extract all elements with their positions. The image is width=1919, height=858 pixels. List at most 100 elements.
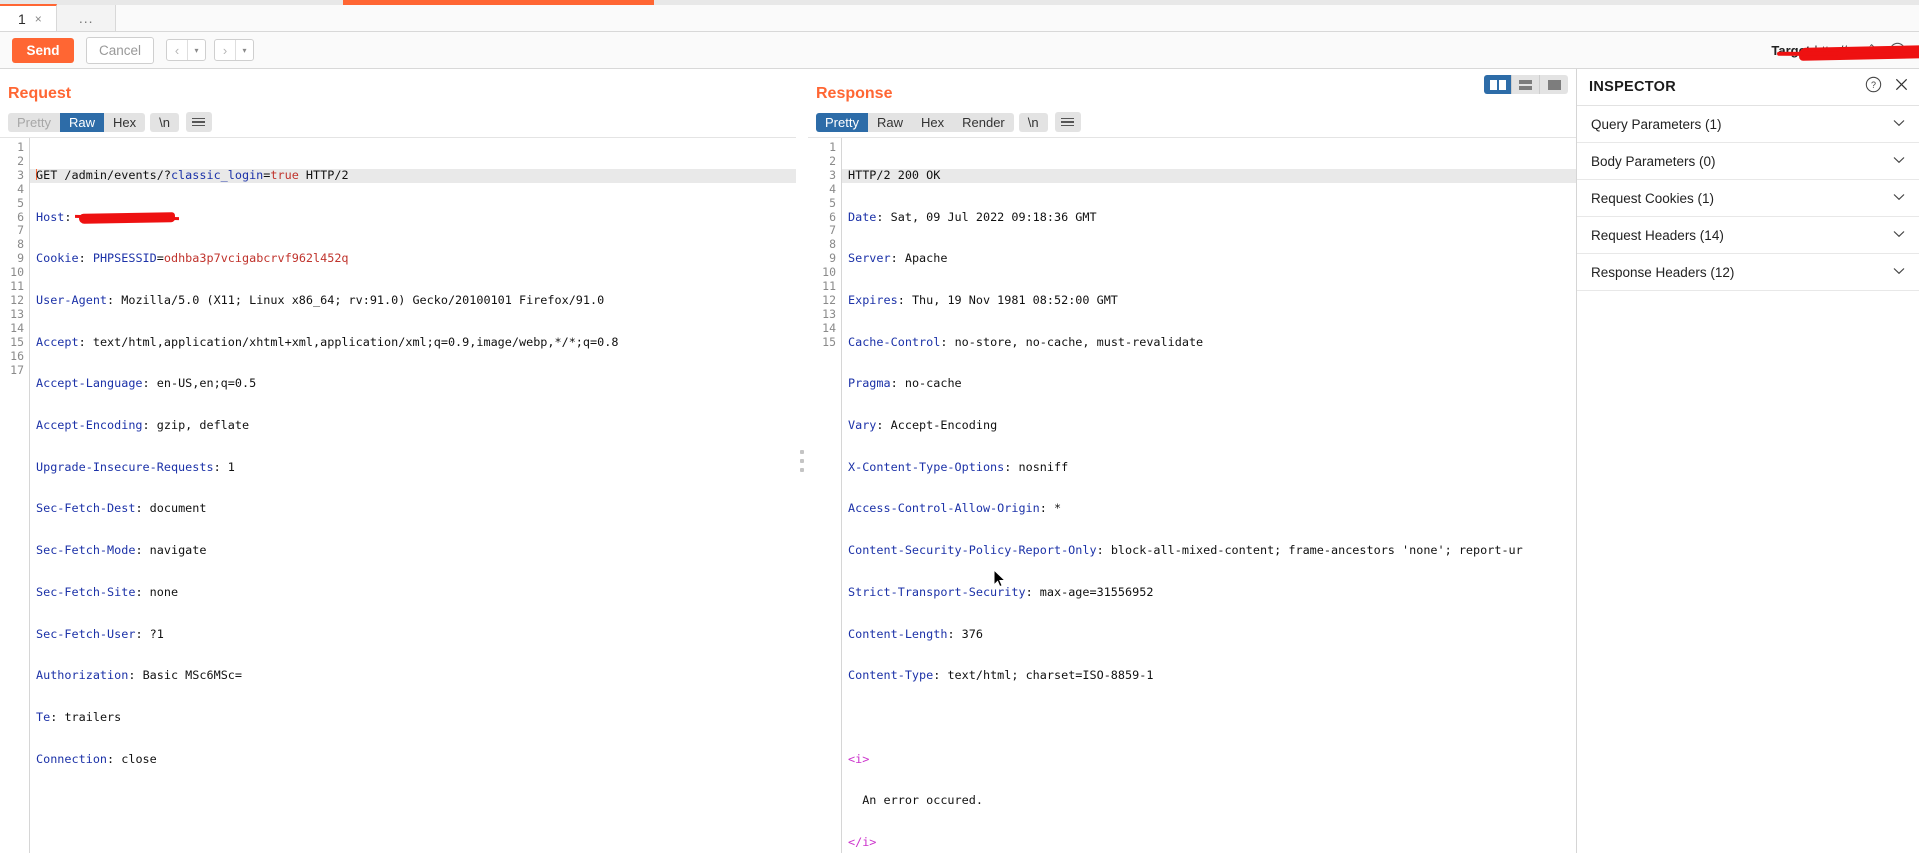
- request-pane: Request Pretty Raw Hex \n 123456 7 8 9 10 11…: [0, 69, 796, 853]
- chevron-down-icon[interactable]: [1893, 192, 1905, 204]
- chevron-down-icon[interactable]: [1893, 155, 1905, 167]
- request-line-13: Authorization: Basic MSc6MSc=: [36, 668, 242, 683]
- response-line-6: Pragma: no-cache: [848, 376, 962, 391]
- request-editor[interactable]: 123456 7 8 9 10 11 12 13 14 15 16 17 GET /admin/e…: [0, 137, 796, 853]
- response-header-value: block-all-mixed-content; frame-ancestors…: [1110, 543, 1523, 558]
- response-header-value: Thu, 19 Nov 1981 08:52:00 GMT: [911, 292, 1118, 307]
- response-header-name: Date: [848, 209, 877, 224]
- response-header-value: no-store, no-cache, must-revalidate: [954, 334, 1204, 349]
- inspector-title: INSPECTOR: [1589, 79, 1677, 95]
- response-header-value: no-cache: [904, 376, 962, 391]
- history-back-caret-icon[interactable]: ▾: [188, 40, 205, 60]
- response-line-7: Vary: Accept-Encoding: [848, 418, 998, 433]
- response-header-value: nosniff: [1018, 459, 1069, 474]
- inspector-section-label: Request Cookies (1): [1591, 190, 1715, 206]
- repeater-tab-more[interactable]: ...: [56, 5, 117, 31]
- request-header-value: navigate: [149, 543, 207, 558]
- hamburger-icon[interactable]: [1054, 112, 1081, 132]
- response-status-text: HTTP/2 200 OK: [848, 167, 941, 182]
- response-format-tabs: Pretty Raw Hex Render \n: [808, 109, 1576, 137]
- request-line-8: Upgrade-Insecure-Requests: 1: [36, 459, 235, 474]
- tab-response-pretty[interactable]: Pretty: [816, 112, 868, 132]
- request-header-name: User-Agent: [36, 292, 108, 307]
- cancel-button[interactable]: Cancel: [86, 36, 154, 64]
- response-header-value: Accept-Encoding: [890, 418, 998, 433]
- inspector-section-label: Body Parameters (0): [1591, 153, 1716, 169]
- tab-response-render[interactable]: Render: [953, 112, 1014, 132]
- response-line-numbers: 123456 7 8 9 10 11 12 13 14 15: [808, 138, 842, 853]
- send-button[interactable]: Send: [12, 37, 74, 63]
- tab-request-hex[interactable]: Hex: [103, 112, 146, 132]
- chevron-down-icon[interactable]: [1893, 266, 1905, 278]
- request-line-7: Accept-Encoding: gzip, deflate: [36, 418, 250, 433]
- request-header-value: document: [149, 501, 207, 516]
- hamburger-icon[interactable]: [185, 112, 212, 132]
- target-value-wrap: Target:http://: [1771, 43, 1919, 61]
- request-header-name: Sec-Fetch-Mode: [36, 543, 136, 558]
- inspector-section-request-headers[interactable]: Request Headers (14): [1577, 217, 1919, 254]
- stacked-layout-button[interactable]: [1512, 75, 1540, 94]
- response-body-error-text: An error occured.: [848, 793, 1576, 808]
- response-newline-toggle[interactable]: \n: [1018, 112, 1048, 132]
- request-line-14: Te: trailers: [36, 709, 122, 724]
- history-back-icon[interactable]: ‹: [167, 40, 187, 60]
- response-header-name: Access-Control-Allow-Origin: [848, 501, 1040, 516]
- history-forward-icon[interactable]: ›: [215, 40, 235, 60]
- question-icon[interactable]: ?: [1865, 76, 1882, 98]
- inspector-header-icons: ?: [1865, 76, 1909, 98]
- target-area: Target:http:// ?: [1771, 32, 1919, 69]
- response-header-value: max-age=31556952: [1039, 584, 1154, 599]
- request-code[interactable]: GET /admin/events/?classic_login=true HT…: [30, 138, 796, 853]
- html-tag: </i>: [848, 835, 877, 850]
- response-header-name: Cache-Control: [848, 334, 941, 349]
- response-header-name: Content-Security-Policy-Report-Only: [848, 543, 1097, 558]
- inspector-section-label: Request Headers (14): [1591, 227, 1724, 243]
- request-line-11: Sec-Fetch-Site: none: [36, 584, 179, 599]
- cookie-value: odhba3p7vcigabcrvf962l452q: [163, 251, 349, 266]
- response-header-value: *: [1053, 501, 1062, 516]
- response-editor[interactable]: 123456 7 8 9 10 11 12 13 14 15 HTTP/2 200 OK Da…: [808, 137, 1576, 853]
- inspector-section-body-parameters[interactable]: Body Parameters (0): [1577, 143, 1919, 180]
- inspector-panel: INSPECTOR ? Query Parameters (1) Body Pa: [1576, 69, 1919, 853]
- request-header-value: 1: [227, 459, 235, 474]
- response-line-5: Cache-Control: no-store, no-cache, must-…: [848, 334, 1204, 349]
- tab-request-pretty[interactable]: Pretty: [8, 112, 60, 132]
- response-header-value: 376: [961, 626, 983, 641]
- pane-splitter[interactable]: [796, 69, 808, 853]
- history-forward-caret-icon[interactable]: ▾: [236, 40, 253, 60]
- close-icon[interactable]: ×: [35, 12, 42, 26]
- tab-response-raw[interactable]: Raw: [867, 112, 912, 132]
- side-by-side-layout-button[interactable]: [1484, 75, 1512, 94]
- html-tag: <i>: [848, 751, 870, 766]
- request-header-value: trailers: [64, 709, 122, 724]
- inspector-section-response-headers[interactable]: Response Headers (12): [1577, 254, 1919, 291]
- request-header-name: Host: [36, 209, 65, 224]
- request-header-value: close: [121, 751, 157, 766]
- chevron-down-icon[interactable]: [1893, 229, 1905, 241]
- response-status-line: HTTP/2 200 OK: [842, 167, 1576, 183]
- response-body-i-close: </i>: [848, 835, 1576, 850]
- response-header-name: Strict-Transport-Security: [848, 584, 1026, 599]
- request-header-name: Sec-Fetch-User: [36, 626, 136, 641]
- close-icon[interactable]: [1894, 77, 1909, 97]
- chevron-down-icon[interactable]: [1893, 118, 1905, 130]
- inspector-empty-area: [1577, 291, 1919, 853]
- response-header-name: Content-Type: [848, 668, 934, 683]
- inspector-section-request-cookies[interactable]: Request Cookies (1): [1577, 180, 1919, 217]
- request-line-17: [36, 836, 796, 850]
- single-pane-layout-button[interactable]: [1540, 75, 1568, 94]
- request-header-value: text/html,application/xhtml+xml,applicat…: [92, 334, 619, 349]
- request-line-10: Sec-Fetch-Mode: navigate: [36, 543, 207, 558]
- response-code[interactable]: HTTP/2 200 OK Date: Sat, 09 Jul 2022 09:…: [842, 138, 1576, 853]
- request-header-name: Te: [36, 709, 51, 724]
- inspector-header: INSPECTOR ?: [1577, 69, 1919, 106]
- svg-text:?: ?: [1871, 80, 1876, 90]
- request-newline-toggle[interactable]: \n: [150, 112, 179, 132]
- response-line-8: X-Content-Type-Options: nosniff: [848, 459, 1069, 474]
- tab-response-hex[interactable]: Hex: [911, 112, 954, 132]
- repeater-tab-1[interactable]: 1 ×: [0, 4, 57, 31]
- response-header-value: Sat, 09 Jul 2022 09:18:36 GMT: [890, 209, 1097, 224]
- inspector-section-query-parameters[interactable]: Query Parameters (1): [1577, 106, 1919, 143]
- tab-request-raw[interactable]: Raw: [59, 112, 104, 132]
- response-header-value: Apache: [904, 251, 948, 266]
